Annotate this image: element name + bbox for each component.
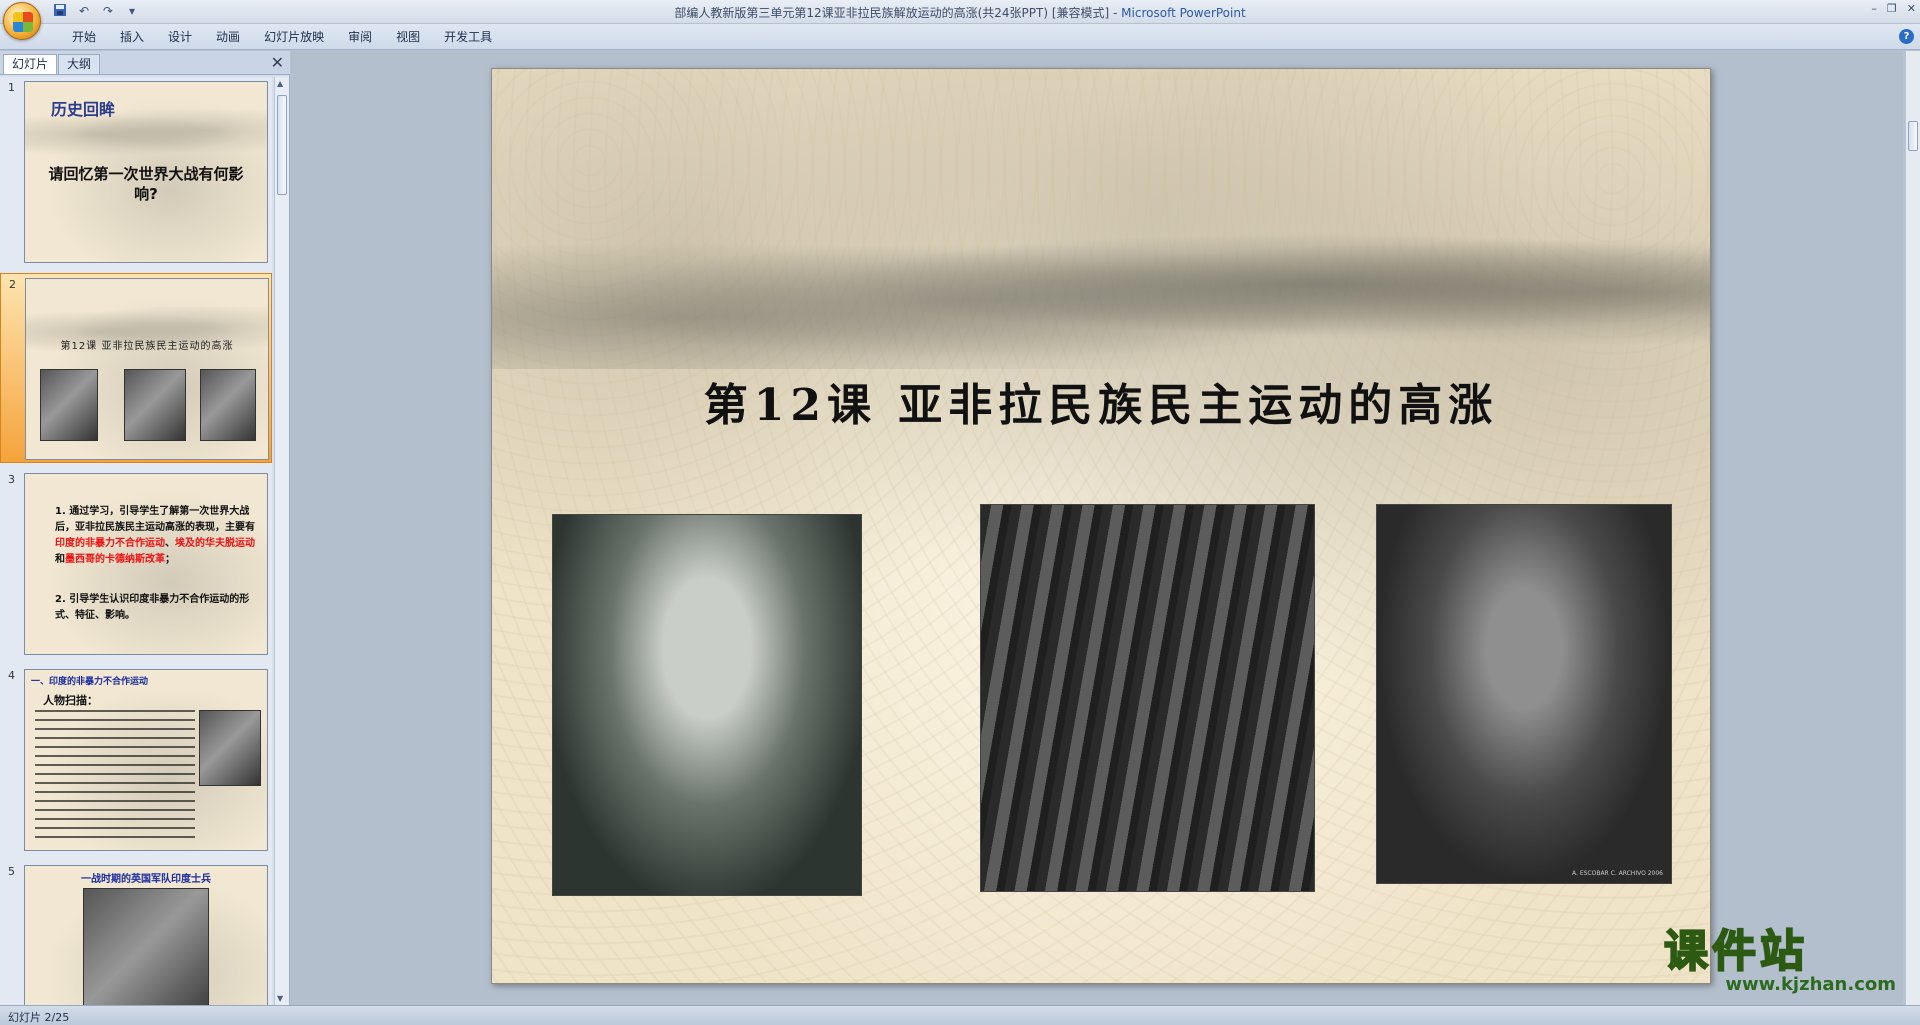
objective-2: 2. 引导学生认识印度非暴力不合作运动的形式、特征、影响。: [55, 594, 250, 621]
window-title: 部编人教新版第三单元第12课亚非拉民族解放运动的高涨(共24张PPT) [兼容模…: [0, 4, 1920, 21]
slide-thumbnail-4[interactable]: 4 一、印度的非暴力不合作运动 人物扫描：: [0, 665, 272, 855]
objective-1: 1. 通过学习，引导学生了解第一次世界大战后，亚非拉民族民主运动高涨的表现，主要…: [55, 504, 259, 568]
main-scrollbar[interactable]: [1905, 51, 1920, 1005]
slide-thumbnail-5[interactable]: 5 一战时期的英国军队印度士兵: [0, 861, 272, 1005]
slide-number: 4: [8, 669, 15, 682]
title-separator: -: [1109, 6, 1122, 20]
objective-1-conjunction: 和: [55, 554, 65, 565]
tab-design[interactable]: 设计: [156, 29, 204, 45]
thumb-photo: [199, 710, 261, 786]
slide-number: 2: [9, 278, 16, 291]
current-slide[interactable]: 第12课 亚非拉民族民主运动的高涨 A. ESCOBAR C. ARCHIVO …: [491, 68, 1711, 984]
portrait-photo-2[interactable]: A. ESCOBAR C. ARCHIVO 2006: [1376, 504, 1672, 884]
thumb-title: 一战时期的英国军队印度士兵: [81, 874, 211, 885]
thumbnail-scrollbar[interactable]: ▲ ▼: [274, 77, 289, 1005]
thumb-title: 第12课 亚非拉民族民主运动的高涨: [60, 341, 234, 352]
slide-thumbnail-1[interactable]: 1 历史回眸 请回忆第一次世界大战有何影响?: [0, 77, 272, 267]
objective-1-separator: 、: [165, 538, 175, 549]
close-button[interactable]: ✕: [1907, 2, 1916, 15]
close-icon[interactable]: ✕: [271, 53, 284, 72]
watermark-logo: 课件站 www.kjzhan.com: [1663, 926, 1904, 998]
office-logo-icon: [13, 12, 33, 32]
status-bar: 幻灯片 2/25: [0, 1005, 1920, 1025]
document-title: 部编人教新版第三单元第12课亚非拉民族解放运动的高涨(共24张PPT) [兼容模…: [674, 6, 1110, 20]
slide-position: 幻灯片 2/25: [8, 1011, 70, 1024]
ribbon-tabs: 开始 插入 设计 动画 幻灯片放映 审阅 视图 开发工具 ?: [0, 24, 1920, 50]
slide-thumbnail-2[interactable]: 2 第12课 亚非拉民族民主运动的高涨: [0, 273, 272, 463]
objective-1-highlight: 印度的非暴力不合作运动: [55, 538, 165, 549]
slide-preview: 1. 通过学习，引导学生了解第一次世界大战后，亚非拉民族民主运动高涨的表现，主要…: [24, 473, 268, 655]
slide-preview: 第12课 亚非拉民族民主运动的高涨: [25, 278, 269, 460]
slide-thumbnail-3[interactable]: 3 1. 通过学习，引导学生了解第一次世界大战后，亚非拉民族民主运动高涨的表现，…: [0, 469, 272, 659]
window-controls: – ❐ ✕: [1871, 2, 1916, 15]
scroll-thumb[interactable]: [277, 95, 287, 195]
thumb-heading: 一、印度的非暴力不合作运动: [31, 677, 149, 687]
objective-1-text: 1. 通过学习，引导学生了解第一次世界大战后，亚非拉民族民主运动高涨的表现，主要…: [55, 506, 255, 533]
tab-review[interactable]: 审阅: [336, 29, 384, 45]
scroll-down-icon[interactable]: ▼: [277, 994, 283, 1003]
crowd-photo[interactable]: [980, 504, 1315, 892]
tab-slide-show[interactable]: 幻灯片放映: [252, 29, 336, 45]
thumb-photo: [124, 369, 186, 441]
thumb-title: 历史回眸: [51, 100, 116, 119]
thumb-photo: [200, 369, 256, 441]
scroll-thumb[interactable]: [1908, 121, 1918, 151]
tab-home[interactable]: 开始: [60, 29, 108, 45]
title-bar: ↶ ↷ ▾ 部编人教新版第三单元第12课亚非拉民族解放运动的高涨(共24张PPT…: [0, 0, 1920, 40]
restore-button[interactable]: ❐: [1887, 2, 1897, 15]
watermark-url: www.kjzhan.com: [1725, 974, 1896, 995]
tab-slides[interactable]: 幻灯片: [3, 54, 58, 74]
portrait-photo-1[interactable]: [552, 514, 862, 896]
help-icon[interactable]: ?: [1899, 29, 1914, 44]
slide-number: 3: [8, 473, 15, 486]
slide-thumbnail-list: 1 历史回眸 请回忆第一次世界大战有何影响? 2 第12课 亚非拉民族民主运动的…: [0, 77, 272, 1005]
minimize-button[interactable]: –: [1871, 2, 1877, 15]
watermark-text: 课件站: [1663, 926, 1808, 977]
objective-1-highlight: 墨西哥的卡德纳斯改革: [65, 554, 165, 565]
ribbon-tab-list: 开始 插入 设计 动画 幻灯片放映 审阅 视图 开发工具: [60, 29, 504, 45]
scroll-up-icon[interactable]: ▲: [277, 79, 283, 88]
slide-number: 1: [8, 81, 15, 94]
slides-panel: 幻灯片 大纲 ✕ 1 历史回眸 请回忆第一次世界大战有何影响? 2 第12课 亚…: [0, 51, 290, 1005]
slide-preview: 一战时期的英国军队印度士兵: [24, 865, 268, 1005]
slide-editing-area: 第12课 亚非拉民族民主运动的高涨 A. ESCOBAR C. ARCHIVO …: [291, 51, 1903, 1005]
ink-mountains: [492, 199, 1710, 369]
thumb-photo: [83, 888, 209, 1005]
tab-developer[interactable]: 开发工具: [432, 29, 504, 45]
tab-view[interactable]: 视图: [384, 29, 432, 45]
objective-1-end: ；: [165, 554, 175, 565]
slide-preview: 一、印度的非暴力不合作运动 人物扫描：: [24, 669, 268, 851]
slide-preview: 历史回眸 请回忆第一次世界大战有何影响?: [24, 81, 268, 263]
thumb-body-text: [35, 710, 195, 840]
thumb-question: 请回忆第一次世界大战有何影响?: [48, 165, 244, 203]
tab-animations[interactable]: 动画: [204, 29, 252, 45]
photo-credit: A. ESCOBAR C. ARCHIVO 2006: [1572, 870, 1663, 877]
app-name: Microsoft PowerPoint: [1121, 6, 1246, 20]
tab-outline[interactable]: 大纲: [58, 54, 101, 74]
office-button[interactable]: [3, 2, 41, 40]
objective-1-highlight: 埃及的华夫脱运动: [175, 538, 255, 549]
panel-tabs: 幻灯片 大纲 ✕: [0, 51, 290, 75]
slide-title[interactable]: 第12课 亚非拉民族民主运动的高涨: [492, 369, 1710, 433]
thumb-subheading: 人物扫描：: [43, 694, 98, 707]
slide-number: 5: [8, 865, 15, 878]
thumb-photo: [40, 369, 98, 441]
tab-insert[interactable]: 插入: [108, 29, 156, 45]
